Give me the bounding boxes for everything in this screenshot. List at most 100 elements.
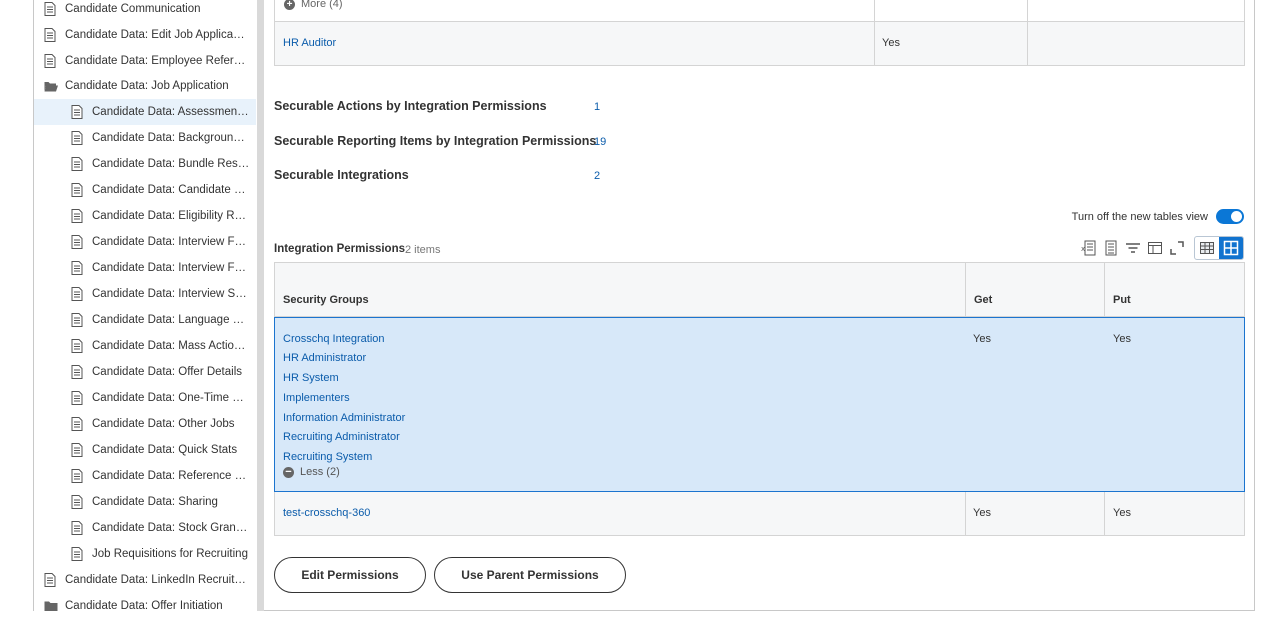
tree-item-stock-grant[interactable]: Candidate Data: Stock Grant Of...: [34, 515, 256, 541]
tree-item-label: Candidate Data: Assessment R...: [92, 106, 250, 118]
tree-item-label: Candidate Data: Sharing: [92, 496, 218, 508]
stat-label: Securable Reporting Items by Integration…: [274, 134, 597, 148]
get-value: Yes: [973, 333, 991, 345]
security-group-link[interactable]: HR Auditor: [283, 37, 336, 49]
tree-item-job-application[interactable]: Candidate Data: Job Application: [34, 73, 256, 99]
export-pdf-icon[interactable]: [1100, 237, 1122, 259]
table-toolbar: x: [1078, 236, 1244, 260]
tree-item-reference-check[interactable]: Candidate Data: Reference Che...: [34, 463, 256, 489]
security-group-link[interactable]: Recruiting System: [283, 451, 372, 463]
svg-text:x: x: [1081, 245, 1085, 253]
security-group-link[interactable]: HR System: [283, 372, 339, 384]
table-row-selected[interactable]: Crosschq Integration HR Administrator HR…: [274, 317, 1245, 492]
get-value: Yes: [973, 507, 991, 519]
minus-circle-icon: −: [283, 466, 294, 478]
tree-item-label: Candidate Data: Candidate Exp...: [92, 184, 250, 196]
toggle-label: Turn off the new tables view: [1071, 210, 1208, 223]
tree-item-linkedin-recruiter[interactable]: Candidate Data: LinkedIn Recruiter S...: [34, 567, 256, 593]
security-group-link[interactable]: HR Administrator: [283, 352, 366, 364]
table-view-icon[interactable]: [1219, 237, 1243, 259]
tree-item-mass-actions[interactable]: Candidate Data: Mass Actions ...: [34, 333, 256, 359]
tree-item-quick-stats[interactable]: Candidate Data: Quick Stats: [34, 437, 256, 463]
tree-item-label: Candidate Data: Language Skills: [92, 314, 250, 326]
tree-item-offer-initiation[interactable]: Candidate Data: Offer Initiation: [34, 593, 256, 611]
tree-item-candidate-communication[interactable]: Candidate Communication: [34, 0, 256, 22]
tree-item-one-time-pay[interactable]: Candidate Data: One-Time Pay...: [34, 385, 256, 411]
tree-item-interview-schedule[interactable]: Candidate Data: Interview Sche...: [34, 281, 256, 307]
document-icon: [71, 494, 85, 510]
export-excel-icon[interactable]: x: [1078, 237, 1100, 259]
tree-item-interview-feedback-1[interactable]: Candidate Data: Interview Feed...: [34, 229, 256, 255]
tree-item-label: Candidate Communication: [65, 3, 201, 15]
tree-item-label: Candidate Data: LinkedIn Recruiter S...: [65, 574, 247, 586]
tree-item-candidate-exp[interactable]: Candidate Data: Candidate Exp...: [34, 177, 256, 203]
tree-item-assessment[interactable]: Candidate Data: Assessment R...: [34, 99, 256, 125]
stat-label: Securable Actions by Integration Permiss…: [274, 99, 547, 113]
stat-value-link[interactable]: 19: [594, 136, 606, 148]
sidebar-scrollbar[interactable]: [257, 0, 264, 611]
more-label: More (4): [301, 0, 343, 10]
security-group-link[interactable]: Recruiting Administrator: [283, 431, 400, 443]
document-icon: [71, 208, 85, 224]
tree-item-background-check[interactable]: Candidate Data: Background C...: [34, 125, 256, 151]
security-groups-table-top: + More (4) HR Auditor Yes: [274, 0, 1245, 66]
tree-item-language-skills[interactable]: Candidate Data: Language Skills: [34, 307, 256, 333]
tree-item-label: Candidate Data: Reference Che...: [92, 470, 250, 482]
document-icon: [71, 338, 85, 354]
tree-item-label: Candidate Data: Background C...: [92, 132, 250, 144]
column-header-security-groups[interactable]: Security Groups: [283, 294, 369, 306]
tree-item-label: Candidate Data: Eligibility Resu...: [92, 210, 250, 222]
folder-icon: [44, 598, 58, 611]
security-group-link[interactable]: Crosschq Integration: [283, 333, 385, 345]
more-link[interactable]: + More (4): [284, 0, 343, 10]
tree-item-label: Candidate Data: Bundle Resum...: [92, 158, 250, 170]
stat-securable-integrations: Securable Integrations: [274, 168, 409, 182]
use-parent-permissions-button[interactable]: Use Parent Permissions: [434, 557, 626, 593]
tree-item-label: Candidate Data: One-Time Pay...: [92, 392, 250, 404]
security-group-link[interactable]: Information Administrator: [283, 412, 405, 424]
permission-value: Yes: [882, 37, 900, 49]
fullscreen-icon[interactable]: [1166, 237, 1188, 259]
integration-permissions-table: Security Groups Get Put Crosschq Integra…: [274, 262, 1245, 536]
document-icon: [71, 104, 85, 120]
document-icon: [44, 53, 58, 69]
tree-item-label: Candidate Data: Mass Actions ...: [92, 340, 250, 352]
document-icon: [71, 390, 85, 406]
grid-view-icon[interactable]: [1195, 237, 1219, 259]
tree-item-job-requisitions[interactable]: Job Requisitions for Recruiting: [34, 541, 256, 567]
folder-open-icon: [44, 78, 58, 94]
document-icon: [44, 27, 58, 43]
document-icon: [71, 520, 85, 536]
table-view-toggle-row: Turn off the new tables view: [1072, 209, 1244, 224]
tree-item-label: Candidate Data: Quick Stats: [92, 444, 238, 456]
stat-value-link[interactable]: 1: [594, 101, 600, 113]
column-header-get[interactable]: Get: [974, 294, 992, 306]
tree-item-label: Candidate Data: Stock Grant Of...: [92, 522, 250, 534]
columns-icon[interactable]: [1144, 237, 1166, 259]
table-view-toggle[interactable]: [1216, 209, 1244, 224]
tree-item-edit-job-application[interactable]: Candidate Data: Edit Job Application: [34, 22, 256, 48]
put-value: Yes: [1113, 507, 1131, 519]
document-icon: [71, 416, 85, 432]
tree-item-label: Candidate Data: Edit Job Application: [65, 29, 247, 41]
security-group-link[interactable]: Implementers: [283, 392, 350, 404]
sidebar-tree: Candidate Communication Candidate Data: …: [33, 0, 257, 611]
stat-value-link[interactable]: 2: [594, 170, 600, 182]
tree-item-eligibility[interactable]: Candidate Data: Eligibility Resu...: [34, 203, 256, 229]
edit-permissions-button[interactable]: Edit Permissions: [274, 557, 426, 593]
less-label: Less (2): [300, 466, 340, 478]
tree-item-other-jobs[interactable]: Candidate Data: Other Jobs: [34, 411, 256, 437]
less-link[interactable]: − Less (2): [283, 466, 340, 478]
column-header-put[interactable]: Put: [1113, 294, 1131, 306]
security-group-link[interactable]: test-crosschq-360: [283, 507, 370, 519]
tree-item-label: Candidate Data: Offer Initiation: [65, 600, 223, 611]
tree-item-sharing[interactable]: Candidate Data: Sharing: [34, 489, 256, 515]
tree-item-employee-referrals[interactable]: Candidate Data: Employee Referrals: [34, 48, 256, 74]
tree-item-bundle-resume[interactable]: Candidate Data: Bundle Resum...: [34, 151, 256, 177]
tree-item-offer-details[interactable]: Candidate Data: Offer Details: [34, 359, 256, 385]
filter-icon[interactable]: [1122, 237, 1144, 259]
tree-item-interview-feedback-2[interactable]: Candidate Data: Interview Feed...: [34, 255, 256, 281]
tree-item-label: Candidate Data: Employee Referrals: [65, 55, 247, 67]
document-icon: [71, 156, 85, 172]
stat-label: Securable Integrations: [274, 168, 409, 182]
